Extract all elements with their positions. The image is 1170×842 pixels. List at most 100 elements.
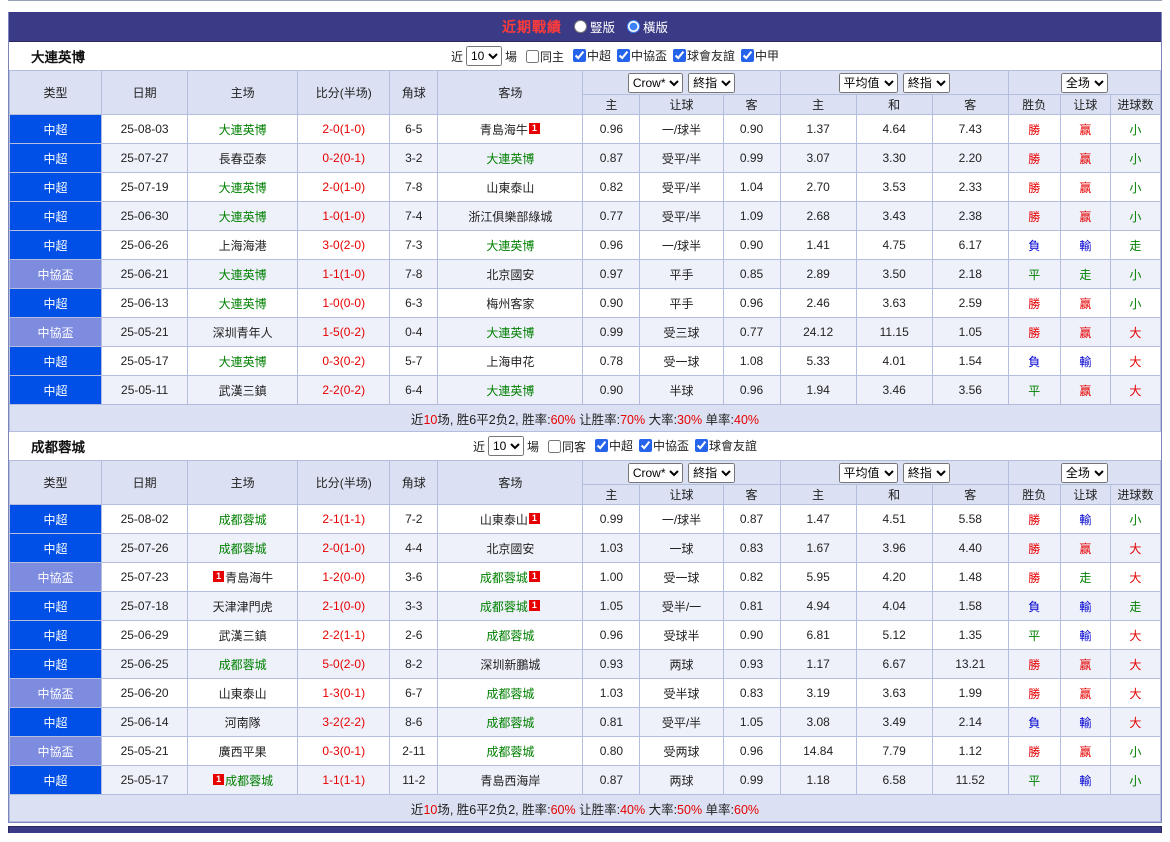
same-venue-filter[interactable]: 同客	[542, 438, 586, 455]
bookmaker-select[interactable]: Crow*	[627, 462, 683, 483]
team-name[interactable]: 武漢三鎮	[219, 384, 267, 398]
corner-score: 8-6	[389, 707, 439, 737]
league-checkbox[interactable]	[673, 49, 687, 62]
league-checkbox[interactable]	[572, 49, 586, 62]
avg-away: 1.54	[931, 346, 1009, 376]
result-goals: 小	[1109, 259, 1162, 289]
team-name[interactable]: 成都蓉城	[219, 658, 267, 672]
bookmaker-select[interactable]: Crow*	[627, 72, 683, 93]
team-name[interactable]: 山東泰山	[486, 181, 534, 195]
same-venue-checkbox[interactable]	[525, 49, 539, 63]
corner-score: 6-5	[389, 114, 439, 144]
away-team-cell: 北京國安	[437, 533, 584, 563]
league-checkbox[interactable]	[595, 439, 608, 452]
team-name[interactable]: 成都蓉城	[486, 687, 534, 701]
odds-home: 0.82	[582, 172, 641, 202]
team-name[interactable]: 大連英博	[486, 239, 534, 253]
home-team-cell: 大連英博	[187, 288, 299, 318]
odds-stage-select[interactable]: 終指	[688, 72, 736, 93]
team-name[interactable]: 青島海牛	[225, 571, 273, 585]
layout-option-horizontal[interactable]: 橫版	[627, 17, 668, 36]
league-checkbox[interactable]	[617, 49, 630, 62]
team-name[interactable]: 上海海港	[219, 239, 267, 253]
average-select[interactable]: 平均值	[838, 72, 898, 93]
league-checkbox[interactable]	[639, 439, 653, 452]
league-filter[interactable]: 球會友誼	[689, 437, 757, 454]
team-name[interactable]: 成都蓉城	[486, 716, 534, 730]
match-scope-select[interactable]: 全场	[1060, 462, 1108, 483]
team-name[interactable]: 大連英博	[486, 152, 534, 166]
recent-count-select[interactable]: 10	[465, 46, 502, 66]
team-name[interactable]: 成都蓉城	[480, 571, 528, 585]
vertical-layout-radio[interactable]	[573, 20, 587, 33]
corner-score: 4-4	[389, 533, 439, 563]
league-filter[interactable]: 中協盃	[633, 437, 689, 454]
team-name[interactable]: 成都蓉城	[486, 745, 534, 759]
corner-score: 11-2	[389, 765, 439, 795]
team-name[interactable]: 成都蓉城	[480, 600, 528, 614]
team-name[interactable]: 大連英博	[219, 181, 267, 195]
team-name[interactable]: 浙江俱樂部綠城	[468, 210, 552, 224]
team-name[interactable]: 青島海牛	[480, 123, 528, 137]
team-name[interactable]: 天津津門虎	[213, 600, 273, 614]
team-name[interactable]: 大連英博	[219, 123, 267, 137]
team-name[interactable]: 北京國安	[486, 268, 534, 282]
team-name[interactable]: 成都蓉城	[219, 513, 267, 527]
team-name[interactable]: 上海申花	[486, 355, 534, 369]
league-checkbox[interactable]	[695, 439, 709, 452]
average-select[interactable]: 平均值	[838, 462, 898, 483]
team-name[interactable]: 成都蓉城	[486, 629, 534, 643]
team-name[interactable]: 長春亞泰	[219, 152, 267, 166]
avg-home: 2.89	[779, 259, 857, 289]
team-name[interactable]: 大連英博	[219, 268, 267, 282]
team-name[interactable]: 山東泰山	[219, 687, 267, 701]
team-name[interactable]: 武漢三鎮	[219, 629, 267, 643]
team-name[interactable]: 深圳新鵬城	[480, 658, 540, 672]
odds-home: 0.87	[582, 143, 641, 173]
league-filter[interactable]: 中協盃	[611, 47, 667, 64]
odds-handicap: 受两球	[639, 736, 724, 766]
league-filter[interactable]: 球會友誼	[667, 47, 735, 64]
team-name[interactable]: 成都蓉城	[219, 542, 267, 556]
recent-count-select[interactable]: 10	[487, 436, 524, 456]
home-team-cell: 深圳青年人	[187, 317, 299, 347]
away-team-cell: 浙江俱樂部綠城	[437, 201, 584, 231]
team-name[interactable]: 大連英博	[219, 355, 267, 369]
odds-stage-select[interactable]: 終指	[688, 462, 736, 483]
match-row: 中超 25-06-14 河南隊 3-2(2-2) 8-6 成都蓉城 0.81 受平/半 1.05…	[8, 707, 1162, 737]
team-name[interactable]: 廣西平果	[219, 745, 267, 759]
team-name[interactable]: 大連英博	[486, 326, 534, 340]
league-checkbox[interactable]	[741, 49, 755, 62]
team-name[interactable]: 山東泰山	[480, 513, 528, 527]
league-filter[interactable]: 中超	[589, 437, 633, 454]
team-name[interactable]: 河南隊	[225, 716, 261, 730]
horizontal-layout-radio[interactable]	[627, 20, 640, 33]
match-row: 中超 25-08-03 大連英博 2-0(1-0) 6-5 青島海牛 1 0.96 一/球半 0.…	[8, 114, 1162, 144]
avg-away: 1.58	[931, 591, 1009, 621]
layout-option-vertical[interactable]: 豎版	[573, 17, 615, 36]
same-venue-filter[interactable]: 同主	[520, 48, 564, 65]
home-team-cell: 長春亞泰	[187, 143, 299, 173]
avg-stage-select[interactable]: 終指	[902, 72, 950, 93]
same-venue-checkbox[interactable]	[547, 439, 561, 453]
corner-score: 2-11	[389, 736, 439, 766]
avg-draw: 5.12	[855, 620, 933, 650]
odds-group-header: Crow* 終指	[582, 70, 781, 95]
team-name[interactable]: 大連英博	[219, 297, 267, 311]
avg-stage-select[interactable]: 終指	[902, 462, 950, 483]
team-name[interactable]: 大連英博	[486, 384, 534, 398]
team-name[interactable]: 深圳青年人	[213, 326, 273, 340]
team-name[interactable]: 北京國安	[486, 542, 534, 556]
avg-away: 2.18	[931, 259, 1009, 289]
team-name[interactable]: 成都蓉城	[225, 774, 273, 788]
team-name[interactable]: 青島西海岸	[480, 774, 540, 788]
league-filter[interactable]: 中甲	[735, 47, 779, 64]
team-name[interactable]: 梅州客家	[486, 297, 534, 311]
match-score: 2-1(0-0)	[297, 591, 391, 621]
match-date: 25-06-20	[101, 678, 189, 708]
match-row: 中超 25-06-25 成都蓉城 5-0(2-0) 8-2 深圳新鵬城 0.93 两球 0.93…	[8, 649, 1162, 679]
team-name[interactable]: 大連英博	[219, 210, 267, 224]
match-scope-select[interactable]: 全场	[1060, 72, 1108, 93]
league-filter[interactable]: 中超	[567, 47, 611, 64]
away-team-cell: 青島西海岸	[437, 765, 584, 795]
